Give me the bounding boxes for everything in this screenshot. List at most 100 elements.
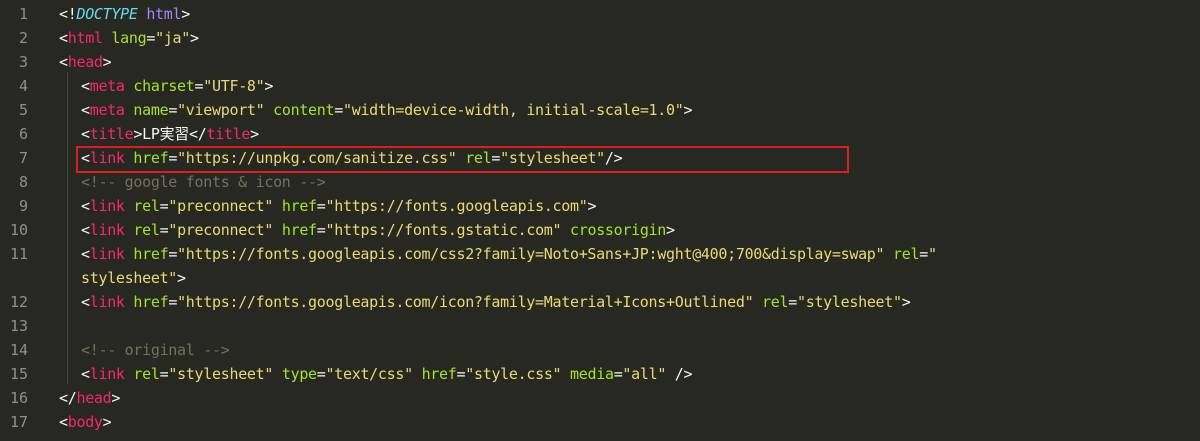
code-token-punct: < (81, 101, 90, 119)
code-token-punct: < (81, 245, 90, 263)
code-token-attr: lang (111, 29, 147, 47)
code-text: <link rel="preconnect" href="https://fon… (81, 218, 675, 242)
code-token-str: "viewport" (177, 101, 265, 119)
code-token-attr: name (133, 101, 169, 119)
code-line[interactable]: 7 <link href="https://unpkg.com/sanitize.… (0, 146, 1200, 170)
code-token-str: "https://fonts.googleapis.com" (325, 197, 588, 215)
code-token-str: "preconnect" (168, 221, 274, 239)
code-token-punct: = (456, 365, 466, 383)
line-number: 6 (18, 125, 28, 143)
code-line[interactable]: 4 <meta charset="UTF-8"> (0, 74, 1200, 98)
code-line[interactable]: 5 <meta name="viewport" content="width=de… (0, 98, 1200, 122)
code-line[interactable]: 16 </head> (0, 386, 1200, 410)
code-line[interactable]: 15 <link rel="stylesheet" type="text/css"… (0, 362, 1200, 386)
code-token-str: "text/css" (325, 365, 414, 383)
code-line[interactable]: 11 <link href="https://fonts.googleapis.c… (0, 242, 1200, 266)
line-number: 2 (18, 29, 28, 47)
code-text: <head> (59, 50, 112, 74)
code-line[interactable]: 8 <!-- google fonts & icon --> (0, 170, 1200, 194)
code-token-punct: > (181, 5, 190, 23)
code-token-punct: </ (189, 125, 207, 143)
line-number: 10 (9, 221, 28, 239)
code-text: <meta name="viewport" content="width=dev… (81, 98, 693, 122)
code-token-punct (884, 245, 893, 263)
code-token-tag: link (89, 221, 125, 239)
code-token-tag: link (89, 197, 125, 215)
code-token-punct (273, 197, 282, 215)
code-token-punct: > (264, 77, 274, 95)
code-token-punct: < (81, 197, 90, 215)
line-number: 13 (9, 317, 28, 335)
code-token-punct: = (194, 77, 204, 95)
code-line[interactable]: 6 <title>LP実習</title> (0, 122, 1200, 146)
code-token-tag: meta (89, 77, 125, 95)
code-token-tag: link (89, 245, 125, 263)
code-line[interactable]: 9 <link rel="preconnect" href="https://fo… (0, 194, 1200, 218)
code-text: <!DOCTYPE html> (59, 2, 190, 26)
code-token-punct: = (146, 29, 156, 47)
code-line[interactable]: 2 <html lang="ja"> (0, 26, 1200, 50)
code-line[interactable]: 1 <!DOCTYPE html> (0, 2, 1200, 26)
code-token-punct: < (59, 29, 68, 47)
code-token-comment: <!-- original --> (81, 341, 230, 359)
code-token-punct: > (587, 197, 597, 215)
code-editor[interactable]: 1 <!DOCTYPE html> 2 <html lang="ja"> 3 <head>… (0, 0, 1200, 441)
code-token-doctype: html (146, 5, 182, 23)
code-token-punct (413, 365, 422, 383)
code-token-tag: title (89, 125, 134, 143)
code-token-attr: rel (133, 197, 160, 215)
code-token-str: "https://fonts.googleapis.com/icon?famil… (177, 293, 754, 311)
code-token-punct: = (491, 149, 501, 167)
code-line[interactable]: 3 <head> (0, 50, 1200, 74)
code-token-str: "https://fonts.googleapis.com/css2?famil… (177, 245, 885, 263)
code-token-punct (273, 365, 282, 383)
line-number: 12 (9, 293, 28, 311)
code-text: <meta charset="UTF-8"> (81, 74, 273, 98)
code-text: <html lang="ja"> (59, 26, 199, 50)
code-token-attr: rel (133, 365, 160, 383)
code-token-punct: < (59, 53, 68, 71)
code-token-punct: < (81, 221, 90, 239)
code-text: <link href="https://fonts.googleapis.com… (81, 290, 911, 314)
code-token-punct: > (102, 413, 112, 431)
code-token-str: "all" (622, 365, 667, 383)
line-number: 5 (18, 101, 28, 119)
code-token-attr: rel (465, 149, 492, 167)
code-token-punct: > (177, 269, 186, 287)
code-line[interactable]: 17 <body> (0, 410, 1200, 434)
code-text: <link rel="stylesheet" type="text/css" h… (81, 362, 693, 386)
code-token-attr: charset (133, 77, 195, 95)
code-line[interactable]: 12 <link href="https://fonts.googleapis.c… (0, 290, 1200, 314)
code-text: <!-- google fonts & icon --> (81, 170, 326, 194)
line-number: 11 (9, 245, 28, 263)
code-token-punct: = (919, 245, 928, 263)
code-token-str: " (927, 245, 937, 263)
code-token-punct: > (102, 53, 112, 71)
line-number: 16 (9, 389, 28, 407)
code-token-str: "stylesheet" (168, 365, 274, 383)
code-token-tag: link (89, 365, 125, 383)
code-token-tag: meta (89, 101, 125, 119)
code-line[interactable]: 10 <link rel="preconnect" href="https://f… (0, 218, 1200, 242)
code-token-punct: < (81, 77, 90, 95)
code-line[interactable]: 13 (0, 314, 1200, 338)
code-token-punct: = (316, 197, 326, 215)
code-line[interactable]: 14 <!-- original --> (0, 338, 1200, 362)
code-text: <title>LP実習</title> (81, 122, 259, 146)
code-text: <link rel="preconnect" href="https://fon… (81, 194, 596, 218)
code-token-punct: < (81, 365, 90, 383)
code-line[interactable]: stylesheet"> (0, 266, 1200, 290)
code-text: </head> (59, 386, 120, 410)
code-token-punct: /> (666, 365, 693, 383)
line-number: 14 (9, 341, 28, 359)
code-token-punct (456, 149, 465, 167)
code-token-punct: = (168, 245, 178, 263)
code-token-punct (753, 293, 762, 311)
code-text: <!-- original --> (81, 338, 230, 362)
code-token-punct (561, 221, 570, 239)
code-token-attr: rel (133, 221, 160, 239)
code-token-doc: DOCTYPE (76, 5, 138, 23)
code-token-attr: href (133, 149, 169, 167)
code-token-punct: > (666, 221, 675, 239)
code-token-punct: = (168, 293, 178, 311)
